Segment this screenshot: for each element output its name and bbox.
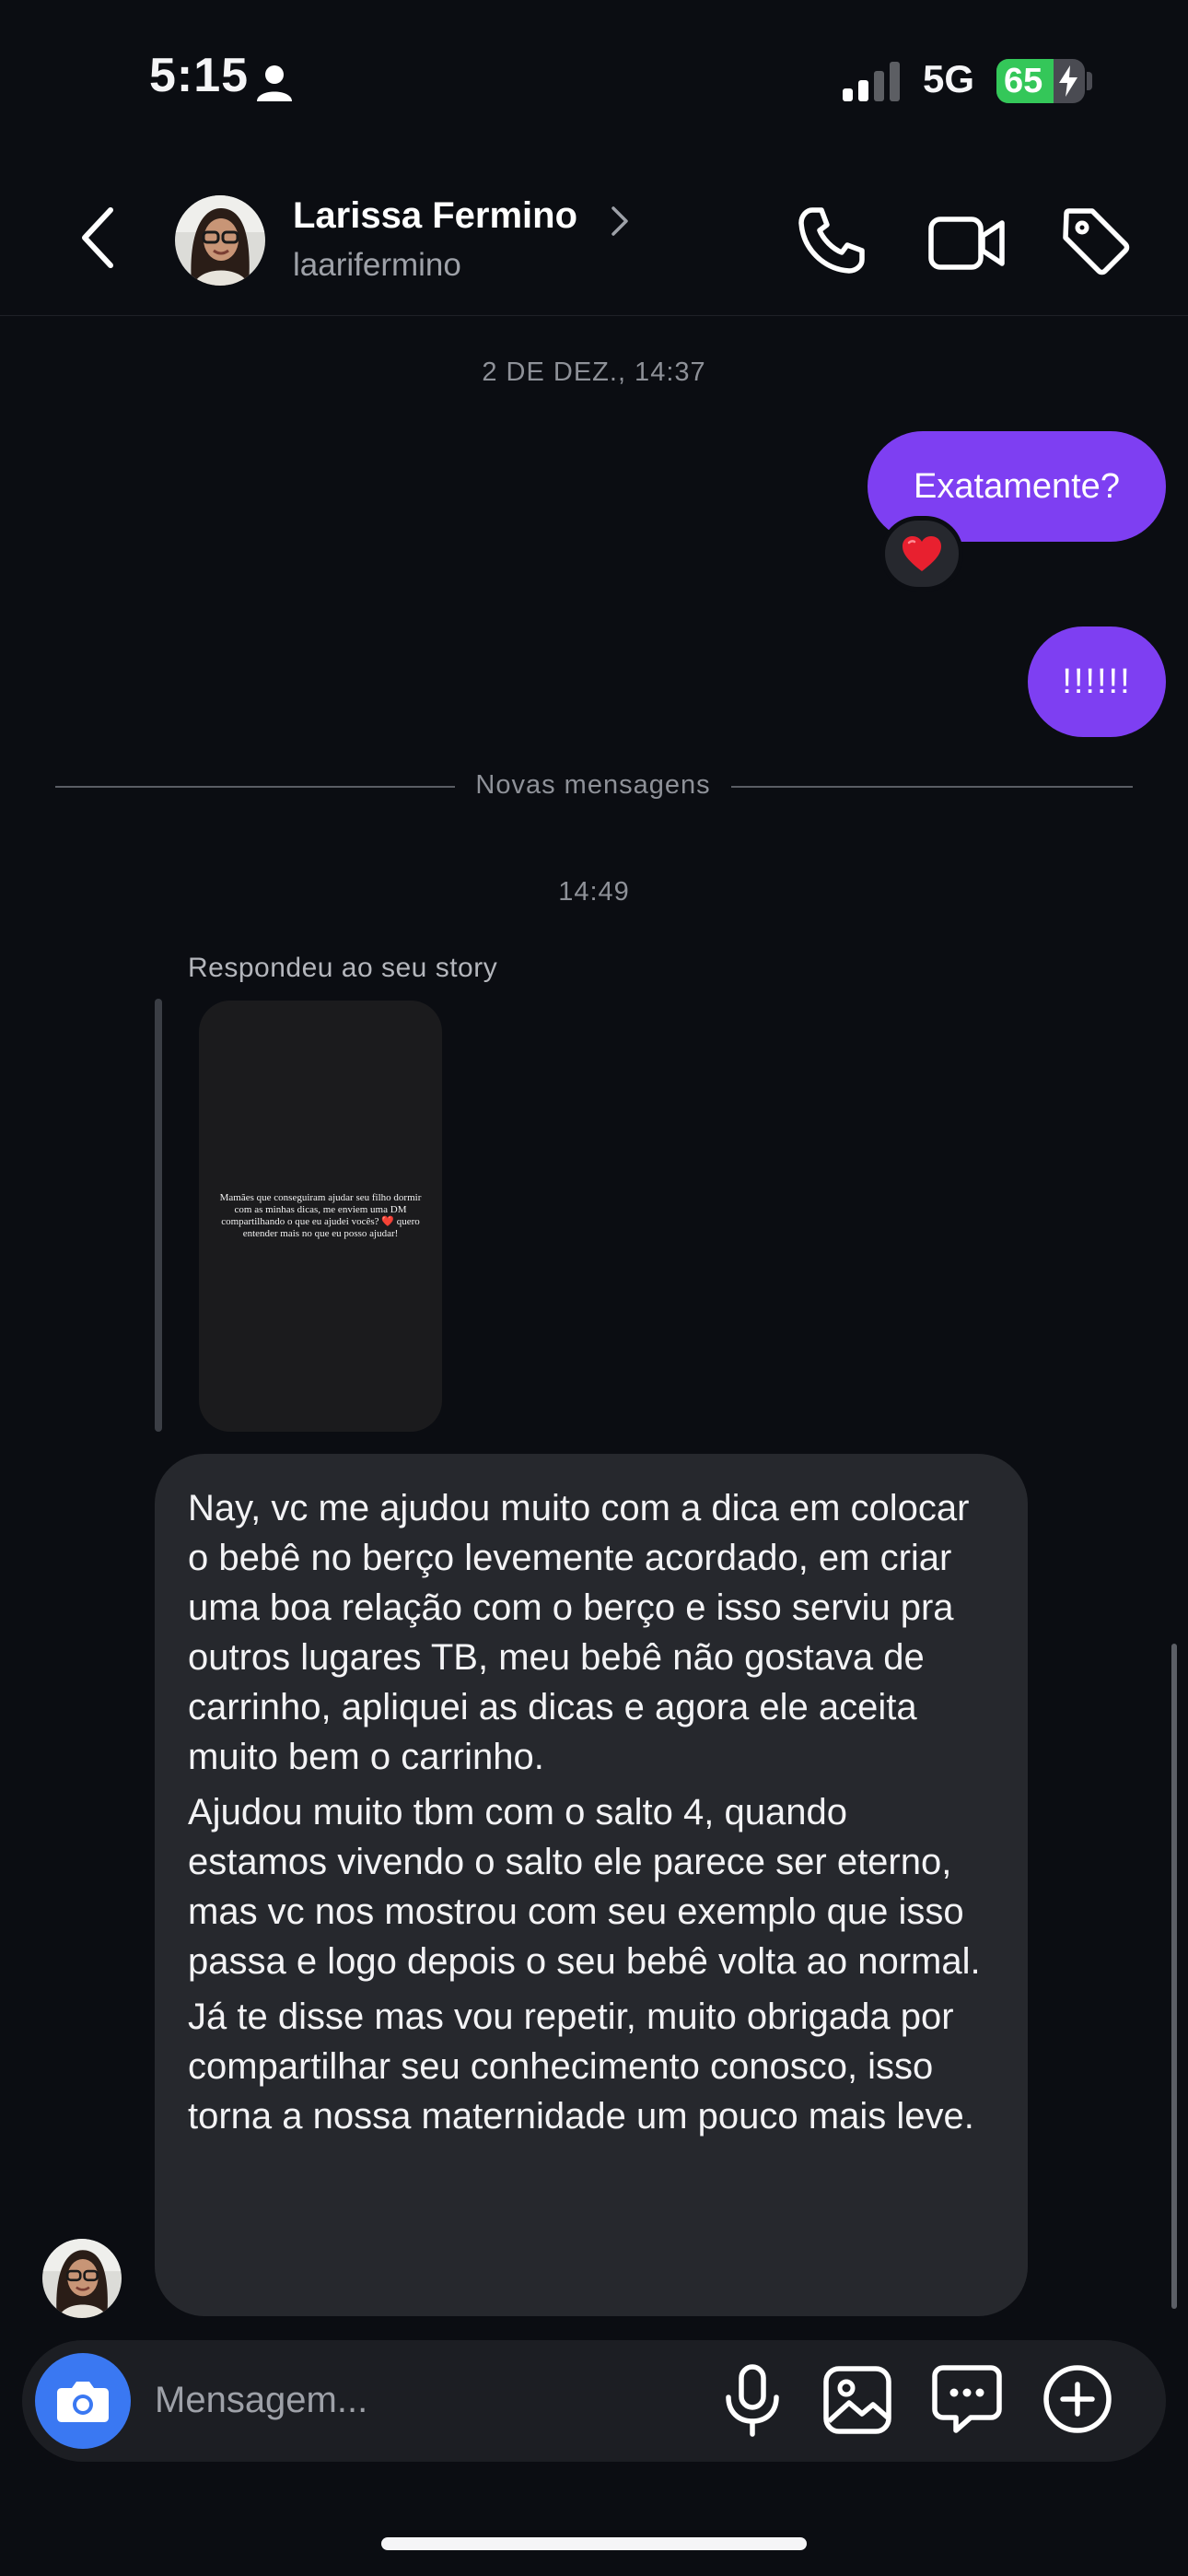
heart-reaction-icon [901,534,943,573]
plus-icon [1043,2365,1112,2433]
camera-icon [57,2382,109,2422]
sent-message-bubble[interactable]: !!!!!! [1028,626,1166,737]
gallery-button[interactable] [821,2364,893,2436]
new-messages-divider-line [55,786,455,788]
time-separator: 14:49 [558,877,630,907]
video-icon [928,217,1005,270]
battery-charging-icon: 65 [996,59,1085,103]
contact-avatar[interactable] [175,195,265,286]
sticker-button[interactable] [930,2362,1004,2436]
new-messages-label: Novas mensagens [475,770,711,800]
message-reaction[interactable]: ❤️ [880,516,963,591]
signal-icon [841,61,903,101]
charging-bolt-icon [1059,65,1077,97]
tag-icon [1063,208,1130,275]
sender-avatar[interactable] [42,2239,122,2318]
more-options-button[interactable] [1041,2362,1114,2436]
voice-message-button[interactable] [720,2364,785,2438]
story-text: Mamães que conseguiram ajudar seu filho … [219,1192,422,1239]
message-input[interactable] [155,2371,670,2429]
message-paragraph: Já te disse mas vou repetir, muito obrig… [188,1996,974,2137]
message-paragraph: Ajudou muito tbm com o salto 4, quando e… [188,1792,981,1982]
back-icon [82,207,113,268]
network-type: 5G [923,57,975,100]
microphone-icon [726,2364,779,2437]
story-reply-label: Respondeu ao seu story [188,953,498,983]
gallery-icon [823,2366,891,2434]
received-message-bubble[interactable]: Nay, vc me ajudou muito com a dica em co… [155,1454,1028,2316]
new-messages-divider-line [731,786,1133,788]
date-separator: 2 DE DEZ., 14:37 [482,357,706,387]
message-paragraph: Nay, vc me ajudou muito com a dica em co… [188,1488,970,1777]
reply-indicator-bar [155,999,162,1432]
back-button[interactable] [74,205,125,271]
video-call-button[interactable] [926,206,1009,278]
call-button[interactable] [796,205,868,276]
contact-handle[interactable]: laarifermino [293,247,461,284]
phone-icon [798,207,865,274]
chevron-right-icon[interactable] [610,205,630,238]
person-icon [254,63,295,103]
contact-name[interactable]: Larissa Fermino [293,195,577,237]
story-thumbnail[interactable]: Mamães que conseguiram ajudar seu filho … [199,1001,442,1432]
label-button[interactable] [1059,205,1131,276]
header-divider [0,315,1188,316]
sticker-icon [932,2365,1002,2433]
battery-cap [1087,72,1092,90]
camera-button[interactable] [35,2353,131,2449]
scrollbar[interactable] [1171,1644,1177,2309]
battery-level: 65 [1004,62,1043,100]
home-indicator[interactable] [381,2537,807,2550]
status-time: 5:15 [149,49,250,102]
